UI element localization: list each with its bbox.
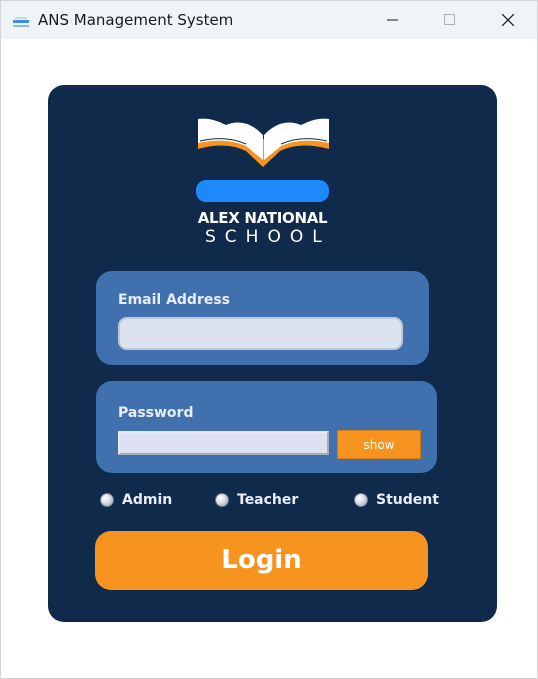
password-panel: Password show <box>96 381 437 473</box>
app-window: ANS Management System ALEX NATIONAL SCHO… <box>0 0 538 679</box>
password-field[interactable] <box>118 431 329 455</box>
close-icon <box>502 14 514 26</box>
login-button[interactable]: Login <box>95 531 428 590</box>
minimize-button[interactable] <box>364 1 422 39</box>
email-label: Email Address <box>118 292 231 308</box>
show-password-button[interactable]: show <box>337 430 421 459</box>
role-label-student: Student <box>376 492 439 508</box>
radio-button-icon[interactable] <box>354 493 368 507</box>
role-radio-student[interactable]: Student <box>354 489 439 511</box>
title-bar: ANS Management System <box>1 1 537 39</box>
role-label-admin: Admin <box>122 492 173 508</box>
radio-button-icon[interactable] <box>215 493 229 507</box>
logo-line-2: SCHOOL <box>205 227 331 247</box>
minimize-icon <box>387 19 398 21</box>
maximize-icon <box>444 14 455 25</box>
email-panel: Email Address <box>96 271 429 365</box>
radio-button-icon[interactable] <box>100 493 114 507</box>
password-label: Password <box>118 405 194 421</box>
window-title: ANS Management System <box>38 11 234 29</box>
logo-line-1: ALEX NATIONAL <box>197 209 328 227</box>
close-button[interactable] <box>479 1 537 39</box>
app-icon <box>13 14 29 27</box>
maximize-button[interactable] <box>421 1 479 39</box>
role-label-teacher: Teacher <box>237 492 299 508</box>
login-card: ALEX NATIONAL SCHOOL Email Address Passw… <box>48 85 497 622</box>
role-radio-admin[interactable]: Admin <box>100 489 172 511</box>
school-logo: ALEX NATIONAL SCHOOL <box>196 113 331 248</box>
email-field[interactable] <box>118 317 403 350</box>
role-radio-teacher[interactable]: Teacher <box>215 489 298 511</box>
